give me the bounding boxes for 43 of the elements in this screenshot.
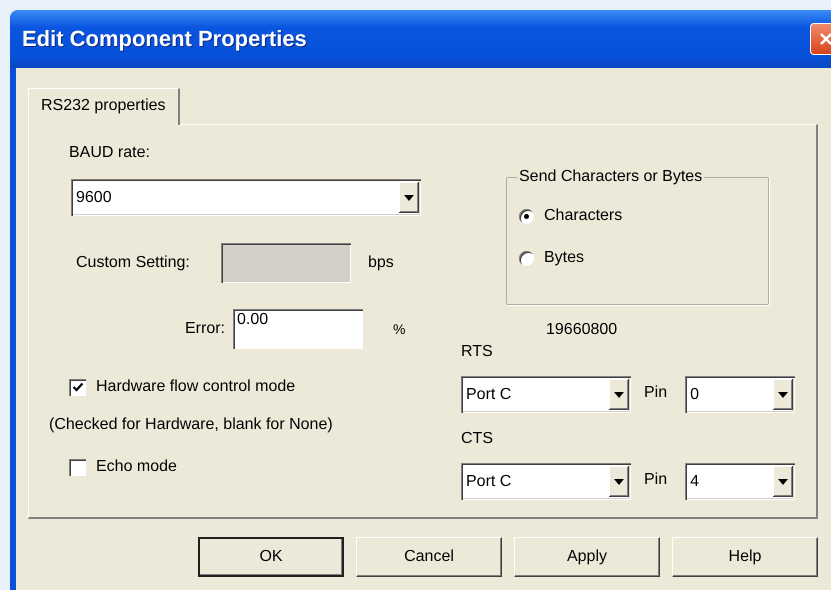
caret-icon <box>778 392 788 398</box>
checkbox-label[interactable]: Hardware flow control mode <box>96 377 296 397</box>
port-dropdown[interactable]: Port C <box>461 463 631 500</box>
dialog-button[interactable]: OK <box>198 537 344 577</box>
error-field[interactable]: 0.00 <box>233 309 363 349</box>
dialog-button[interactable]: Help <box>672 537 818 577</box>
window-title: Edit Component Properties <box>22 26 307 52</box>
unit-label: % <box>393 320 406 339</box>
signal-label: RTS <box>461 342 493 362</box>
checkbox[interactable] <box>69 378 86 396</box>
dropdown-arrow-button[interactable] <box>609 466 629 497</box>
group-title: Send Characters or Bytes <box>517 167 704 187</box>
dialog-button[interactable]: Apply <box>514 537 660 577</box>
dropdown-arrow-button[interactable] <box>609 379 629 410</box>
baud-rate-dropdown[interactable]: 9600 <box>71 179 421 216</box>
custom-setting-label: Custom Setting: <box>76 253 191 273</box>
unit-label: bps <box>368 253 394 273</box>
readout-value: 19660800 <box>546 320 618 340</box>
pin-dropdown[interactable]: 0 <box>685 376 796 413</box>
caret-icon <box>614 478 624 484</box>
caret-icon <box>778 478 788 484</box>
checkbox[interactable] <box>69 458 86 476</box>
caret-icon <box>404 194 414 200</box>
dropdown-arrow-button[interactable] <box>773 379 794 410</box>
port-dropdown[interactable]: Port C <box>461 376 631 413</box>
radio-label[interactable]: Bytes <box>544 248 584 268</box>
caret-icon <box>614 392 624 398</box>
checkbox-label[interactable]: Echo mode <box>96 457 177 477</box>
radio-label[interactable]: Characters <box>544 206 622 226</box>
signal-label: CTS <box>461 429 493 449</box>
radio-button[interactable] <box>519 208 534 224</box>
hint-text: (Checked for Hardware, blank for None) <box>49 415 333 435</box>
pin-dropdown[interactable]: 4 <box>685 463 796 500</box>
dialog-button[interactable]: Cancel <box>356 537 502 577</box>
dropdown-arrow-button[interactable] <box>399 182 419 213</box>
radio-button[interactable] <box>519 250 534 266</box>
dropdown-arrow-button[interactable] <box>773 466 794 497</box>
pin-label: Pin <box>644 382 668 402</box>
tab[interactable]: RS232 properties <box>28 88 180 125</box>
baud-rate-label: BAUD rate: <box>69 143 150 163</box>
error-label: Error: <box>184 319 226 339</box>
pin-label: Pin <box>644 470 668 490</box>
close-icon <box>818 31 831 47</box>
